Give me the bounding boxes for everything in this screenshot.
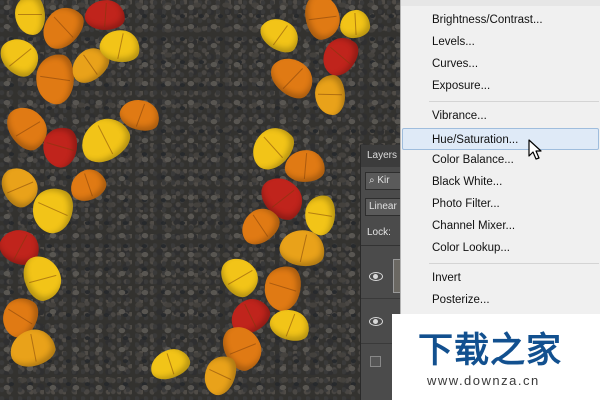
eye-icon[interactable] xyxy=(369,272,383,281)
kind-filter-label: Kir xyxy=(377,175,390,186)
menu-item-levels[interactable]: Levels... xyxy=(401,31,600,53)
eye-icon[interactable] xyxy=(369,317,383,326)
layer-checkbox[interactable] xyxy=(370,356,381,367)
menu-separator xyxy=(429,263,599,264)
kind-filter-select[interactable]: ⌕ Kir xyxy=(365,172,401,190)
menu-item-invert[interactable]: Invert xyxy=(401,267,600,289)
divider xyxy=(361,245,401,246)
layer-row[interactable] xyxy=(361,255,401,299)
menu-item-photo-filter[interactable]: Photo Filter... xyxy=(401,193,600,215)
menu-item-vibrance[interactable]: Vibrance... xyxy=(401,105,600,127)
watermark-logo: 下载之家 xyxy=(418,331,563,371)
menu-item-channel-mixer[interactable]: Channel Mixer... xyxy=(401,215,600,237)
menu-item-hue-saturation[interactable]: Hue/Saturation... xyxy=(402,128,599,150)
mouse-pointer-icon xyxy=(528,139,542,160)
blend-mode-select[interactable]: Linear xyxy=(365,198,401,216)
menu-item-color-balance[interactable]: Color Balance... xyxy=(401,149,600,171)
menu-item-brightness-contrast[interactable]: Brightness/Contrast... xyxy=(401,9,600,31)
layers-tab[interactable]: Layers xyxy=(361,145,401,167)
menu-item-exposure[interactable]: Exposure... xyxy=(401,75,600,97)
watermark-url: www.downza.cn xyxy=(427,373,540,388)
adjustments-menu: Brightness/Contrast... Levels... Curves.… xyxy=(400,0,600,318)
menu-item-posterize[interactable]: Posterize... xyxy=(401,289,600,311)
menu-item-black-white[interactable]: Black White... xyxy=(401,171,600,193)
menu-top-edge xyxy=(401,0,600,6)
menu-item-color-lookup[interactable]: Color Lookup... xyxy=(401,237,600,259)
menu-separator xyxy=(429,101,599,102)
menu-item-curves[interactable]: Curves... xyxy=(401,53,600,75)
lock-label: Lock: xyxy=(367,227,391,238)
